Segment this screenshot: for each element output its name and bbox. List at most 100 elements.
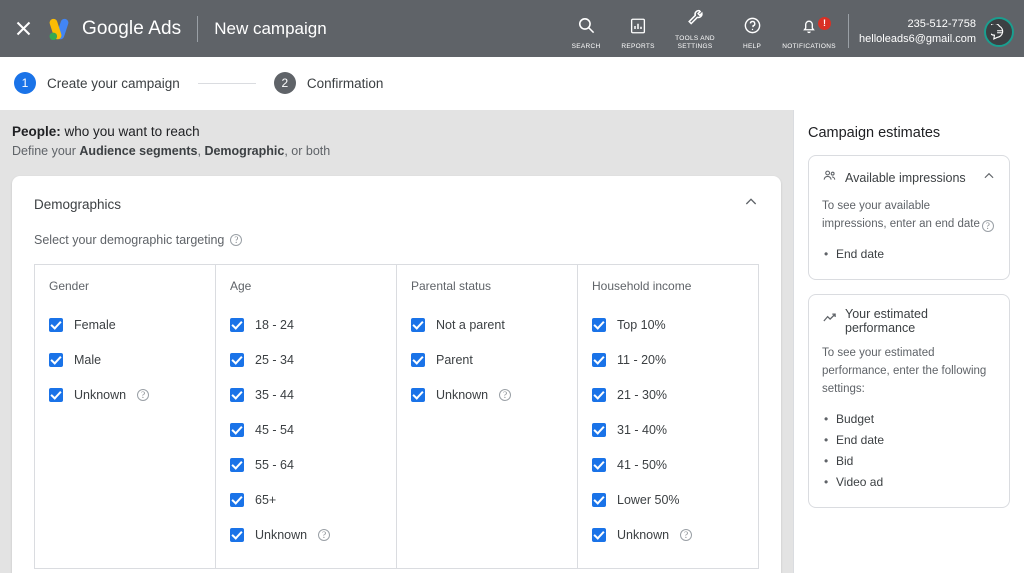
notifications-button[interactable]: ! NOTIFICATIONS bbox=[778, 17, 840, 51]
label-income-31-40: 31 - 40% bbox=[617, 422, 668, 437]
help-circle-icon[interactable]: ? bbox=[318, 528, 331, 541]
checkbox-parental-unknown[interactable] bbox=[411, 387, 425, 402]
column-parental-status: Parental status Not a parent Parent Unkn… bbox=[397, 265, 578, 568]
checkbox-row-not-a-parent[interactable]: Not a parent bbox=[411, 307, 577, 342]
step-confirmation[interactable]: 2 Confirmation bbox=[273, 72, 383, 94]
estimated-performance-title: Your estimated performance bbox=[845, 307, 928, 335]
tools-and-settings-label: TOOLS AND SETTINGS bbox=[675, 35, 715, 50]
checkbox-parent[interactable] bbox=[411, 352, 425, 367]
people-sub-post: , or both bbox=[284, 144, 331, 158]
checkbox-income-top-10[interactable] bbox=[592, 317, 606, 332]
checkbox-age-55-64[interactable] bbox=[230, 457, 244, 472]
checkbox-row-income-31-40[interactable]: 31 - 40% bbox=[592, 412, 758, 447]
help-circle-icon[interactable]: ? bbox=[981, 220, 994, 232]
available-impressions-header[interactable]: Available impressions bbox=[822, 168, 996, 188]
checkbox-row-age-unknown[interactable]: Unknown ? bbox=[230, 517, 396, 552]
checkbox-row-age-25-34[interactable]: 25 - 34 bbox=[230, 342, 396, 377]
list-item: End date bbox=[824, 244, 996, 265]
demographics-card: Demographics Select your demographic tar… bbox=[12, 176, 781, 573]
step-create-campaign[interactable]: 1 Create your campaign bbox=[14, 72, 180, 94]
checkbox-row-age-55-64[interactable]: 55 - 64 bbox=[230, 447, 396, 482]
reports-button[interactable]: REPORTS bbox=[612, 17, 664, 51]
help-circle-icon[interactable]: ? bbox=[230, 234, 243, 246]
estimated-performance-header[interactable]: Your estimated performance bbox=[822, 307, 996, 335]
available-impressions-description: To see your available impressions, enter… bbox=[822, 197, 996, 233]
label-income-top-10: Top 10% bbox=[617, 317, 666, 332]
search-button[interactable]: SEARCH bbox=[560, 16, 612, 51]
checkbox-row-income-21-30[interactable]: 21 - 30% bbox=[592, 377, 758, 412]
campaign-stepper: 1 Create your campaign 2 Confirmation bbox=[0, 57, 1024, 110]
checkbox-row-age-35-44[interactable]: 35 - 44 bbox=[230, 377, 396, 412]
brand-name: Google Ads bbox=[82, 17, 182, 39]
top-app-bar: Google Ads New campaign SEARCH REPORTS T… bbox=[0, 0, 1024, 57]
checkbox-gender-unknown[interactable] bbox=[49, 387, 63, 402]
checkbox-row-income-41-50[interactable]: 41 - 50% bbox=[592, 447, 758, 482]
account-info[interactable]: 235-512-7758 helloleads6@gmail.com bbox=[859, 17, 976, 47]
help-circle-icon[interactable]: ? bbox=[499, 388, 512, 401]
checkbox-female[interactable] bbox=[49, 317, 63, 332]
label-age-18-24: 18 - 24 bbox=[255, 317, 294, 332]
account-email: helloleads6@gmail.com bbox=[859, 33, 976, 45]
people-sub-audience: Audience segments bbox=[79, 144, 198, 158]
checkbox-income-41-50[interactable] bbox=[592, 457, 606, 472]
tools-and-settings-button[interactable]: TOOLS AND SETTINGS bbox=[664, 8, 726, 51]
checkbox-row-gender-unknown[interactable]: Unknown ? bbox=[49, 377, 215, 412]
help-button[interactable]: HELP bbox=[726, 16, 778, 51]
checkbox-age-45-54[interactable] bbox=[230, 422, 244, 437]
checkbox-not-a-parent[interactable] bbox=[411, 317, 425, 332]
help-label: HELP bbox=[742, 43, 762, 50]
checkbox-age-25-34[interactable] bbox=[230, 352, 244, 367]
step-1-number: 1 bbox=[14, 72, 36, 94]
checkbox-age-18-24[interactable] bbox=[230, 317, 244, 332]
demographics-title: Demographics bbox=[34, 197, 122, 212]
chevron-up-icon[interactable] bbox=[982, 169, 996, 188]
checkbox-income-21-30[interactable] bbox=[592, 387, 606, 402]
account-phone: 235-512-7758 bbox=[907, 18, 976, 30]
demographics-grid: Gender Female Male Unknown ? Age 18 - 24… bbox=[34, 264, 759, 569]
checkbox-row-age-45-54[interactable]: 45 - 54 bbox=[230, 412, 396, 447]
checkbox-income-unknown[interactable] bbox=[592, 527, 606, 542]
people-subheading: Define your Audience segments, Demograph… bbox=[12, 144, 781, 158]
column-gender: Gender Female Male Unknown ? bbox=[35, 265, 216, 568]
checkbox-row-income-lower-50[interactable]: Lower 50% bbox=[592, 482, 758, 517]
checkbox-income-lower-50[interactable] bbox=[592, 492, 606, 507]
close-icon[interactable] bbox=[6, 12, 40, 46]
demographics-card-header: Demographics bbox=[12, 176, 781, 221]
chevron-up-icon[interactable] bbox=[743, 194, 759, 215]
checkbox-row-parental-unknown[interactable]: Unknown ? bbox=[411, 377, 577, 412]
estimated-performance-card: Your estimated performance To see your e… bbox=[808, 294, 1010, 508]
checkbox-income-11-20[interactable] bbox=[592, 352, 606, 367]
people-heading: People: who you want to reach bbox=[12, 124, 781, 139]
checkbox-age-65-plus[interactable] bbox=[230, 492, 244, 507]
column-header-gender: Gender bbox=[49, 279, 90, 293]
checkbox-row-parent[interactable]: Parent bbox=[411, 342, 577, 377]
checkbox-income-31-40[interactable] bbox=[592, 422, 606, 437]
checkbox-age-unknown[interactable] bbox=[230, 527, 244, 542]
list-item: Budget bbox=[824, 409, 996, 430]
help-icon bbox=[743, 16, 762, 40]
label-not-a-parent: Not a parent bbox=[436, 317, 505, 332]
checkbox-row-income-11-20[interactable]: 11 - 20% bbox=[592, 342, 758, 377]
page-title: New campaign bbox=[214, 18, 327, 38]
help-circle-icon[interactable]: ? bbox=[680, 528, 693, 541]
checkbox-row-income-unknown[interactable]: Unknown ? bbox=[592, 517, 758, 552]
checkbox-row-income-top-10[interactable]: Top 10% bbox=[592, 307, 758, 342]
checkbox-row-age-65-plus[interactable]: 65+ bbox=[230, 482, 396, 517]
main-content: People: who you want to reach Define you… bbox=[0, 110, 793, 573]
checkbox-male[interactable] bbox=[49, 352, 63, 367]
label-age-45-54: 45 - 54 bbox=[255, 422, 294, 437]
estimated-performance-bullets: Budget End date Bid Video ad bbox=[824, 409, 996, 493]
checkbox-age-35-44[interactable] bbox=[230, 387, 244, 402]
avatar[interactable] bbox=[984, 17, 1014, 47]
reports-icon bbox=[629, 17, 647, 40]
checkbox-row-female[interactable]: Female bbox=[49, 307, 215, 342]
checkbox-row-age-18-24[interactable]: 18 - 24 bbox=[230, 307, 396, 342]
help-circle-icon[interactable]: ? bbox=[137, 388, 150, 401]
page-body: People: who you want to reach Define you… bbox=[0, 110, 1024, 573]
available-impressions-description-text: To see your available impressions, enter… bbox=[822, 200, 980, 230]
brand-block[interactable]: Google Ads bbox=[46, 16, 181, 42]
estimates-heading: Campaign estimates bbox=[808, 125, 941, 141]
search-label: SEARCH bbox=[571, 43, 601, 50]
checkbox-row-male[interactable]: Male bbox=[49, 342, 215, 377]
column-household-income: Household income Top 10% 11 - 20% 21 - 3… bbox=[578, 265, 758, 568]
